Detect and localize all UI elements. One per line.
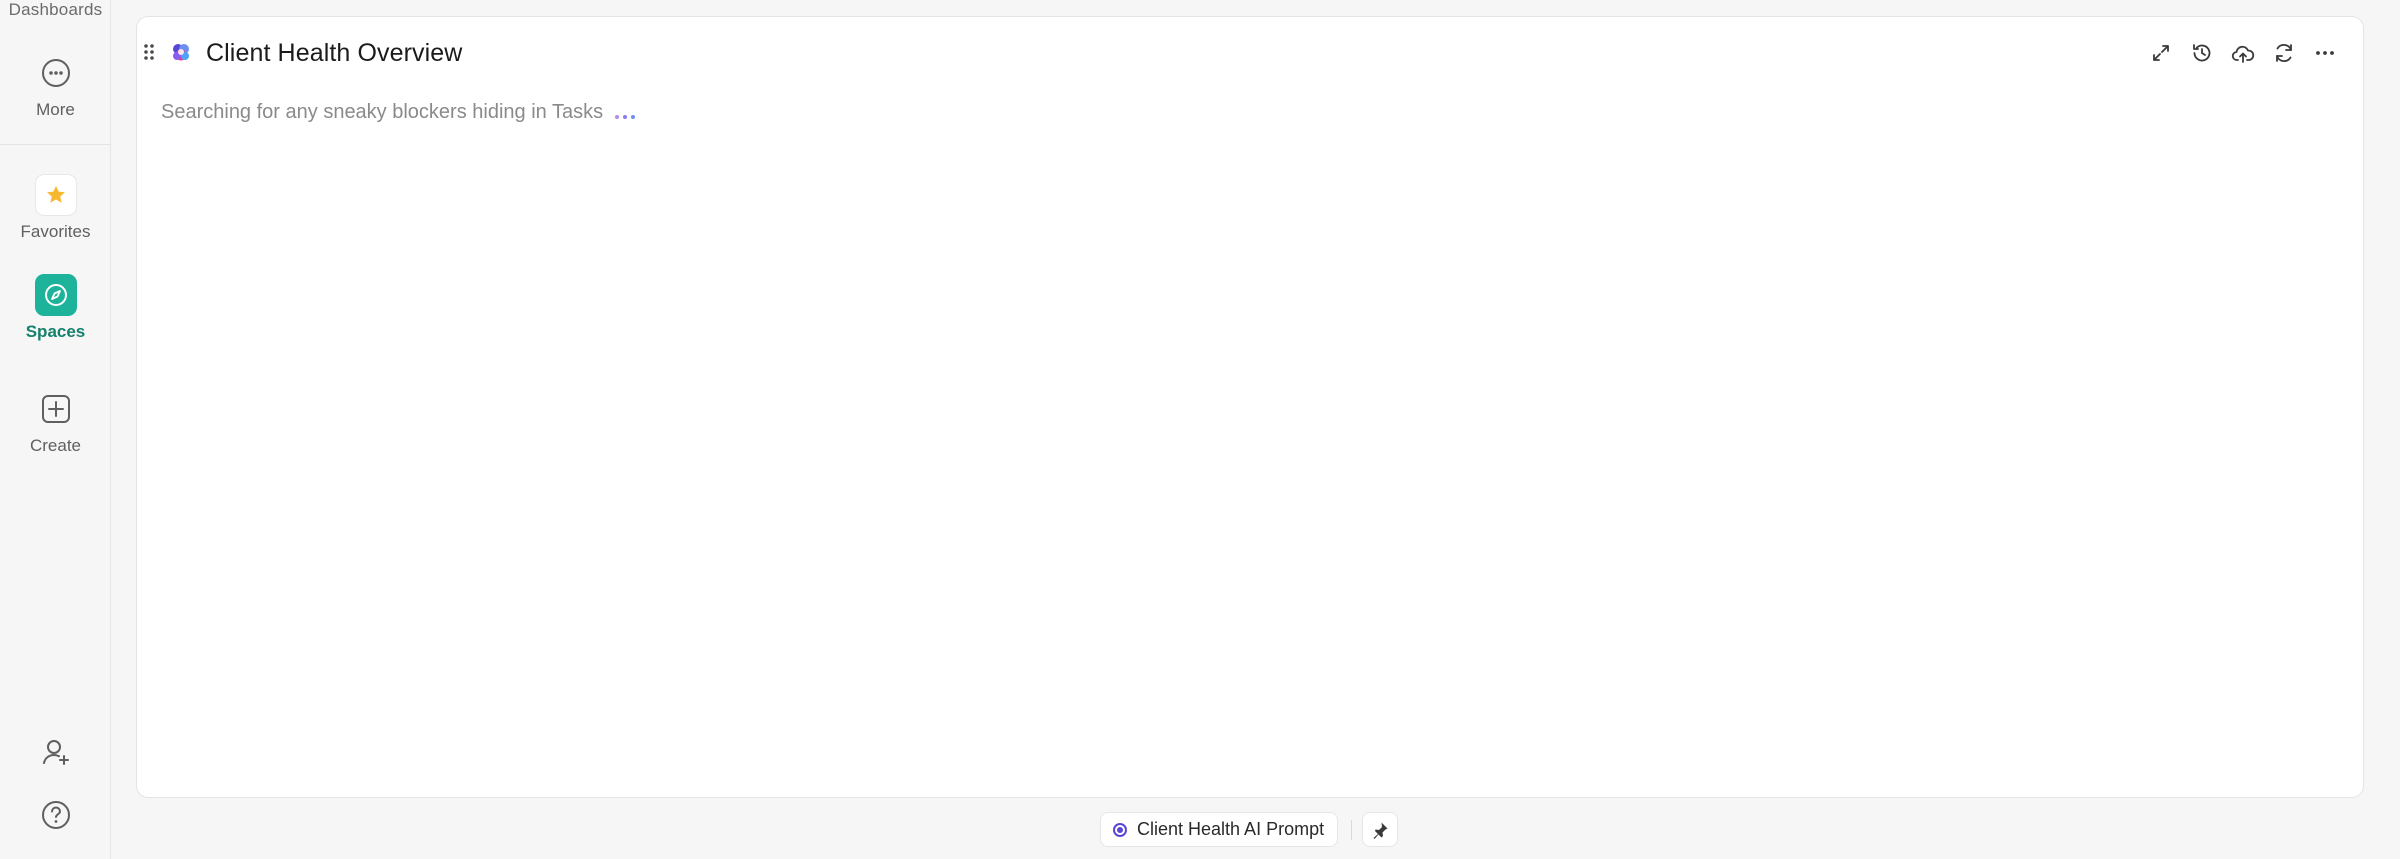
expand-button[interactable] <box>2147 39 2175 67</box>
sidebar-item-label: More <box>36 100 75 119</box>
refresh-button[interactable] <box>2270 39 2298 67</box>
status-text: Searching for any sneaky blockers hiding… <box>161 101 604 123</box>
sidebar-item-dashboards[interactable]: Dashboards <box>0 0 111 20</box>
card-actions <box>2147 39 2339 67</box>
pin-icon <box>1373 822 1388 839</box>
minimized-tab[interactable]: Client Health AI Prompt <box>1100 812 1338 847</box>
sidebar-item-favorites[interactable]: Favorites <box>0 174 111 242</box>
invite-user-button[interactable] <box>0 731 111 773</box>
ai-brain-icon <box>169 41 193 70</box>
sidebar-item-spaces[interactable]: Spaces <box>0 274 111 342</box>
plus-square-icon <box>35 388 77 430</box>
sidebar-item-create[interactable]: Create <box>0 388 111 456</box>
more-circle-icon <box>35 52 77 94</box>
dashboard-card: Client Health Overview Searching for any… <box>136 16 2364 798</box>
card-header: Client Health Overview <box>137 17 2363 89</box>
sidebar-item-label: Create <box>29 436 82 455</box>
pin-button[interactable] <box>1362 812 1398 847</box>
more-icon <box>2316 51 2334 55</box>
bottom-tray: Client Health AI Prompt <box>0 808 2400 852</box>
sidebar-divider <box>0 144 111 145</box>
minimized-tab-label: Client Health AI Prompt <box>1137 819 1325 839</box>
sidebar-item-label: Favorites <box>20 222 91 241</box>
expand-icon <box>2153 45 2169 61</box>
history-icon <box>2193 44 2211 62</box>
ai-record-icon <box>1113 822 1127 837</box>
compass-icon <box>34 274 77 316</box>
status-line: Searching for any sneaky blockers hiding… <box>161 101 636 124</box>
sidebar-item-more[interactable]: More <box>0 52 111 120</box>
drag-handle-icon[interactable] <box>143 43 155 66</box>
cloud-upload-button[interactable] <box>2229 39 2257 67</box>
tray-divider <box>1351 820 1352 840</box>
refresh-icon <box>2276 44 2292 62</box>
card-title: Client Health Overview <box>206 39 463 67</box>
more-options-button[interactable] <box>2311 39 2339 67</box>
loading-dots-icon <box>615 107 636 119</box>
cloud-upload-icon <box>2231 45 2255 63</box>
star-icon <box>34 174 77 216</box>
invite-user-icon <box>35 731 77 773</box>
sidebar-item-label: Spaces <box>25 322 86 341</box>
sidebar: Dashboards More Favorites Spaces Create <box>0 0 111 859</box>
history-button[interactable] <box>2188 39 2216 67</box>
